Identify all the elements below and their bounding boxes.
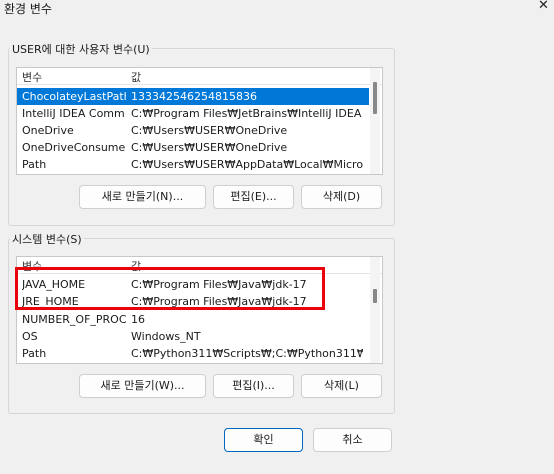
table-row[interactable]: OneDrive C:₩Users₩USER₩OneDrive: [17, 122, 369, 139]
system-new-button[interactable]: 새로 만들기(W)...: [79, 374, 206, 398]
user-variables-list[interactable]: 변수 값 ChocolateyLastPath... 1333425462548…: [16, 67, 383, 175]
variable-value: Windows_NT: [131, 330, 201, 343]
variable-name: Path: [22, 347, 47, 360]
column-header-variable[interactable]: 변수: [22, 69, 42, 85]
table-row[interactable]: OneDriveConsumer C:₩Users₩USER₩OneDrive: [17, 139, 369, 156]
variable-name: NUMBER_OF_PROC...: [22, 313, 126, 326]
table-row[interactable]: Path C:₩Users₩USER₩AppData₩Local₩Microso…: [17, 156, 369, 173]
variable-name: ChocolateyLastPath...: [22, 90, 126, 103]
vertical-scrollbar[interactable]: [370, 257, 380, 363]
table-row[interactable]: NUMBER_OF_PROC... 16: [17, 311, 369, 328]
variable-value: C:₩Users₩USER₩OneDrive: [131, 124, 288, 137]
variable-name: Path: [22, 158, 47, 171]
variable-value: 133342546254815836: [131, 90, 257, 103]
column-header-value[interactable]: 값: [131, 69, 141, 85]
variable-value: C:₩Users₩USER₩OneDrive: [131, 141, 288, 154]
user-variables-label: USER에 대한 사용자 변수(U): [10, 41, 152, 57]
variable-name: IntelliJ IDEA Comm...: [22, 107, 126, 120]
cancel-button[interactable]: 취소: [313, 428, 392, 452]
scrollbar-thumb[interactable]: [373, 289, 377, 303]
variable-name: OS: [22, 330, 38, 343]
system-delete-button[interactable]: 삭제(L): [301, 374, 382, 398]
ok-button[interactable]: 확인: [224, 428, 303, 452]
variable-value: C:₩Python311₩Scripts₩;C:₩Python311₩;C:₩P…: [131, 347, 363, 360]
list-header: 변수 값: [17, 68, 382, 85]
system-variables-label: 시스템 변수(S): [10, 231, 84, 247]
system-edit-button[interactable]: 편집(I)...: [213, 374, 294, 398]
variable-name: OneDriveConsumer: [22, 141, 126, 154]
user-new-button[interactable]: 새로 만들기(N)...: [79, 185, 206, 209]
highlight-annotation: [15, 267, 325, 310]
table-row[interactable]: ChocolateyLastPath... 133342546254815836: [17, 88, 369, 105]
variable-value: C:₩Program Files₩JetBrains₩IntelliJ IDEA…: [131, 107, 363, 120]
user-edit-button[interactable]: 편집(E)...: [213, 185, 294, 209]
user-delete-button[interactable]: 삭제(D): [301, 185, 382, 209]
table-row[interactable]: Path C:₩Python311₩Scripts₩;C:₩Python311₩…: [17, 345, 369, 362]
scrollbar-thumb[interactable]: [373, 82, 377, 114]
table-row[interactable]: IntelliJ IDEA Comm... C:₩Program Files₩J…: [17, 105, 369, 122]
table-row[interactable]: OS Windows_NT: [17, 328, 369, 345]
variable-value: C:₩Users₩USER₩AppData₩Local₩Microsoft...: [131, 158, 363, 171]
vertical-scrollbar[interactable]: [370, 68, 380, 174]
variable-name: OneDrive: [22, 124, 74, 137]
close-icon[interactable]: ✕: [538, 0, 549, 13]
window-title: 환경 변수: [4, 2, 52, 16]
variable-value: 16: [131, 313, 145, 326]
